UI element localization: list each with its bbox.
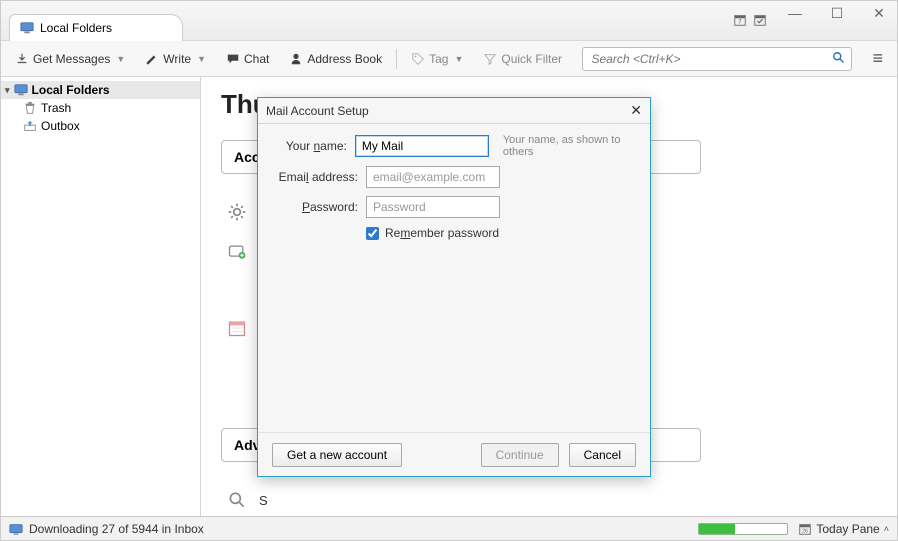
sidebar-item-outbox[interactable]: Outbox <box>1 117 200 135</box>
get-new-account-button[interactable]: Get a new account <box>272 443 402 467</box>
chevron-down-icon: ▼ <box>197 54 206 64</box>
name-input[interactable] <box>355 135 489 157</box>
tag-label: Tag <box>429 52 448 66</box>
continue-button[interactable]: Continue <box>481 443 559 467</box>
calendar-check-icon[interactable] <box>753 13 767 27</box>
calendar-day-icon[interactable]: 7 <box>733 13 747 27</box>
get-messages-button[interactable]: Get Messages ▼ <box>9 48 131 70</box>
remember-password-label: Remember password <box>385 226 499 240</box>
download-icon <box>15 52 29 66</box>
search-container <box>582 47 852 71</box>
calendar-icon <box>227 318 247 338</box>
tag-button[interactable]: Tag ▼ <box>405 48 469 70</box>
cancel-button[interactable]: Cancel <box>569 443 636 467</box>
svg-text:26: 26 <box>802 528 808 534</box>
email-label: Email address: <box>274 170 358 184</box>
status-text: Downloading 27 of 5944 in Inbox <box>29 522 204 536</box>
tag-icon <box>411 52 425 66</box>
content-row-search[interactable]: S <box>221 480 877 516</box>
dialog-footer: Get a new account Continue Cancel <box>258 432 650 476</box>
new-account-icon <box>227 242 247 262</box>
quick-filter-label: Quick Filter <box>501 52 562 66</box>
calendar-small-icon: 26 <box>798 522 812 536</box>
activity-icon[interactable] <box>9 522 23 536</box>
progress-bar <box>698 523 788 535</box>
menu-button[interactable]: ≡ <box>866 48 889 69</box>
dialog-close-button[interactable]: ✕ <box>630 102 642 119</box>
folder-sidebar: ▾ Local Folders Trash Outbox <box>1 77 201 516</box>
status-bar: Downloading 27 of 5944 in Inbox 26 Today… <box>1 516 897 540</box>
chevron-down-icon: ▼ <box>454 54 463 64</box>
main-toolbar: Get Messages ▼ Write ▼ Chat Address Book… <box>1 41 897 77</box>
mail-account-setup-dialog: Mail Account Setup ✕ Your name: Your nam… <box>257 97 651 477</box>
sidebar-item-local-folders[interactable]: ▾ Local Folders <box>1 81 200 99</box>
maximize-button[interactable]: ☐ <box>825 5 849 22</box>
gear-icon <box>227 202 247 222</box>
address-book-button[interactable]: Address Book <box>283 48 388 70</box>
window-titlebar: Local Folders 7 — ☐ ✕ <box>1 1 897 41</box>
tab-local-folders[interactable]: Local Folders <box>9 14 183 41</box>
magnifier-icon <box>227 490 247 510</box>
sidebar-trash-label: Trash <box>41 101 71 115</box>
svg-text:7: 7 <box>738 19 742 26</box>
trash-icon <box>23 101 37 115</box>
content-row-label: S <box>259 493 268 508</box>
funnel-icon <box>483 52 497 66</box>
outbox-icon <box>23 119 37 133</box>
address-book-label: Address Book <box>307 52 382 66</box>
monitor-icon <box>14 83 28 97</box>
write-button[interactable]: Write ▼ <box>139 48 212 70</box>
chat-button[interactable]: Chat <box>220 48 275 70</box>
chevron-down-icon: ▼ <box>116 54 125 64</box>
today-pane-label: Today Pane <box>816 522 879 536</box>
pencil-icon <box>145 52 159 66</box>
write-label: Write <box>163 52 191 66</box>
sidebar-outbox-label: Outbox <box>41 119 80 133</box>
email-input[interactable] <box>366 166 500 188</box>
search-icon[interactable] <box>832 51 846 68</box>
monitor-icon <box>20 21 34 35</box>
remember-password-checkbox[interactable] <box>366 227 379 240</box>
quick-filter-button[interactable]: Quick Filter <box>477 48 568 70</box>
chat-icon <box>226 52 240 66</box>
sidebar-item-trash[interactable]: Trash <box>1 99 200 117</box>
name-hint: Your name, as shown to others <box>503 134 634 158</box>
chat-label: Chat <box>244 52 269 66</box>
get-messages-label: Get Messages <box>33 52 110 66</box>
tab-label: Local Folders <box>40 21 112 35</box>
dialog-body: Your name: Your name, as shown to others… <box>258 124 650 432</box>
password-label: Password: <box>274 200 358 214</box>
password-input[interactable] <box>366 196 500 218</box>
minimize-button[interactable]: — <box>783 5 807 22</box>
toolbar-divider <box>396 49 397 69</box>
name-label: Your name: <box>274 139 347 153</box>
today-pane-toggle[interactable]: 26 Today Pane ˄ <box>798 522 889 536</box>
titlebar-calendar-icons: 7 <box>733 13 767 27</box>
dialog-titlebar: Mail Account Setup ✕ <box>258 98 650 124</box>
close-button[interactable]: ✕ <box>867 5 891 22</box>
tree-collapse-icon: ▾ <box>5 85 10 96</box>
window-controls: — ☐ ✕ <box>783 5 891 22</box>
dialog-title: Mail Account Setup <box>266 104 369 118</box>
person-icon <box>289 52 303 66</box>
chevron-up-icon: ˄ <box>884 524 889 534</box>
search-input[interactable] <box>582 47 852 71</box>
sidebar-root-label: Local Folders <box>32 83 110 97</box>
